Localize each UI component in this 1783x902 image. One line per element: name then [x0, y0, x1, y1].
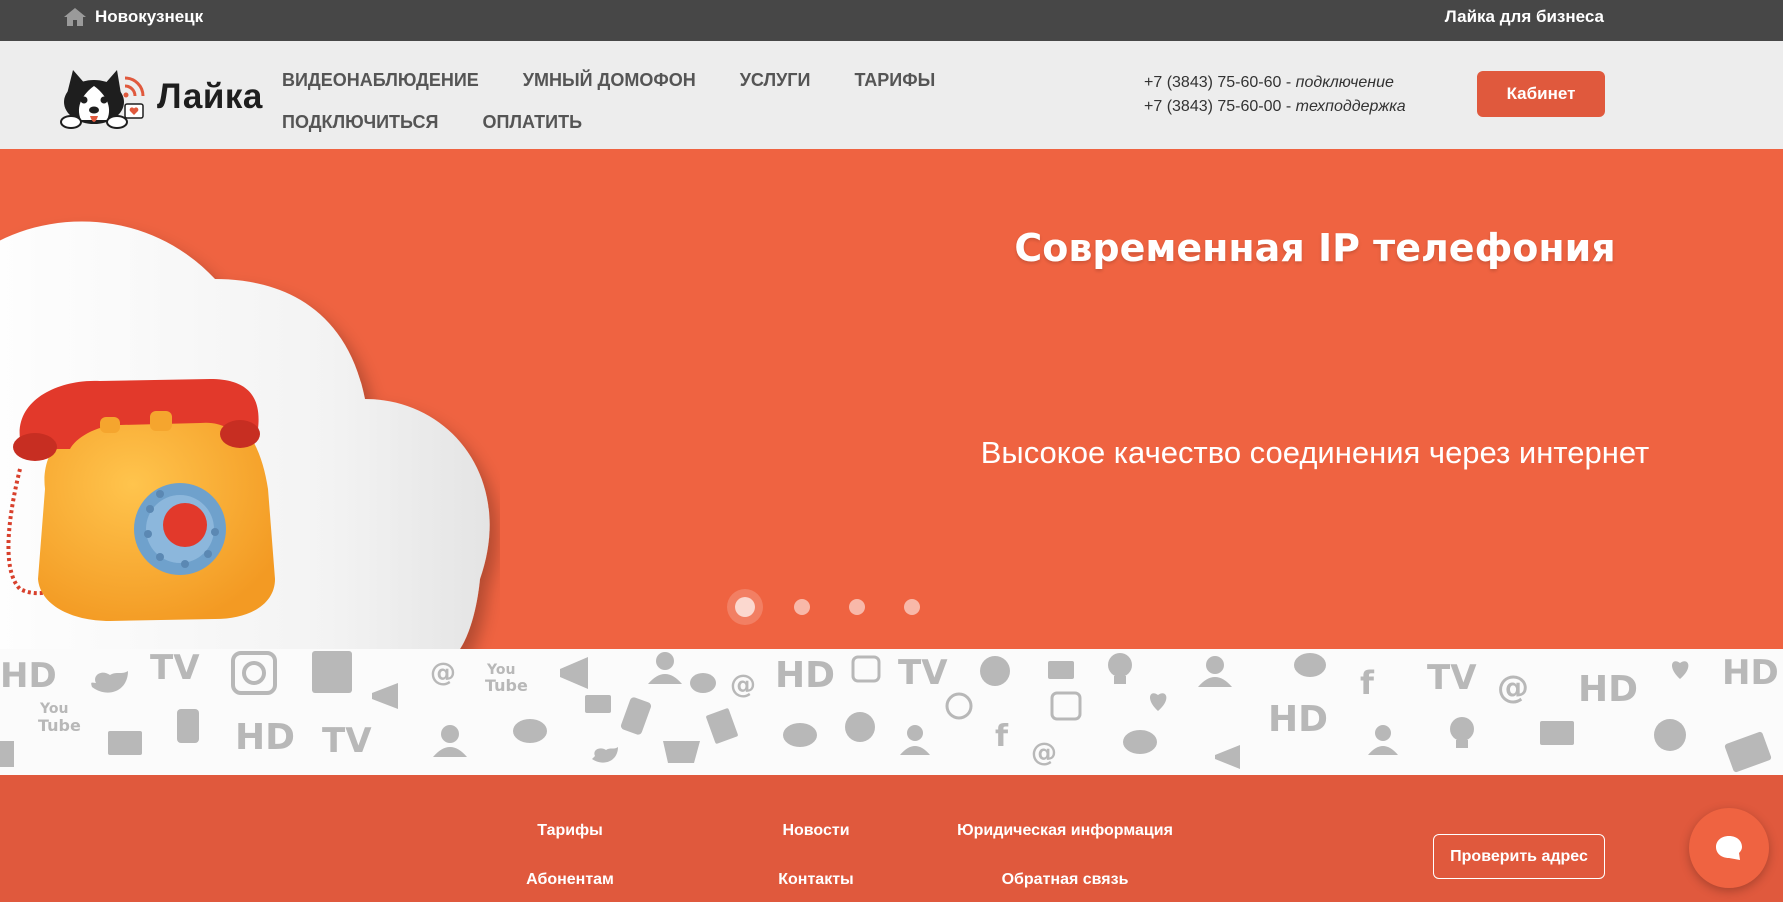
- svg-text:@: @: [430, 658, 456, 688]
- svg-text:TV: TV: [898, 653, 948, 693]
- hero-subtitle: Высокое качество соединения через интерн…: [980, 435, 1650, 470]
- footer-link-legal[interactable]: Юридическая информация: [955, 822, 1175, 840]
- chat-bubble-icon: [1716, 836, 1742, 860]
- svg-text:@: @: [730, 670, 756, 700]
- footer-link-news[interactable]: Новости: [766, 822, 866, 840]
- svg-text:@: @: [1031, 738, 1057, 768]
- slider-dot-2[interactable]: [794, 599, 810, 615]
- slider-dots: [735, 597, 959, 617]
- svg-text:TV: TV: [150, 649, 200, 688]
- slider-dot-3[interactable]: [849, 599, 865, 615]
- svg-text:@: @: [1497, 668, 1529, 706]
- nav-row-2: ПОДКЛЮЧИТЬСЯ ОПЛАТИТЬ: [282, 101, 962, 143]
- footer-link-contacts[interactable]: Контакты: [766, 871, 866, 889]
- chat-widget-button[interactable]: [1689, 808, 1769, 888]
- phone-support-number: +7 (3843) 75-60-00 -: [1144, 98, 1296, 115]
- business-link[interactable]: Лайка для бизнеса: [1445, 7, 1604, 27]
- svg-text:HD: HD: [1268, 699, 1328, 740]
- cloud-phone-illustration: [0, 221, 490, 649]
- svg-text:TV: TV: [322, 721, 372, 761]
- footer-link-feedback[interactable]: Обратная связь: [965, 871, 1165, 889]
- footer: Тарифы Новости Юридическая информация Аб…: [0, 775, 1783, 902]
- logo[interactable]: Лайка: [53, 61, 263, 133]
- slider-dot-4[interactable]: [904, 599, 920, 615]
- header: Лайка ВИДЕОНАБЛЮДЕНИЕ УМНЫЙ ДОМОФОН УСЛУ…: [0, 41, 1783, 149]
- nav-item-connect[interactable]: ПОДКЛЮЧИТЬСЯ: [282, 112, 438, 133]
- svg-text:f: f: [995, 719, 1009, 754]
- nav-row-1: ВИДЕОНАБЛЮДЕНИЕ УМНЫЙ ДОМОФОН УСЛУГИ ТАР…: [282, 59, 962, 101]
- svg-text:HD: HD: [775, 655, 835, 696]
- media-icons-band: HD TV HD TV HD TV HD TV HD HD @ @ @ @ f …: [0, 649, 1783, 775]
- nav-item-services[interactable]: УСЛУГИ: [740, 70, 811, 91]
- footer-link-tariffs[interactable]: Тарифы: [520, 822, 620, 840]
- svg-text:You: You: [39, 701, 68, 717]
- svg-text:f: f: [1360, 664, 1375, 702]
- city-selector[interactable]: Новокузнецк: [63, 6, 203, 28]
- home-icon: [64, 8, 86, 26]
- svg-text:HD: HD: [1722, 653, 1779, 693]
- slider-dot-1[interactable]: [735, 597, 755, 617]
- logo-text: Лайка: [157, 77, 263, 116]
- svg-text:TV: TV: [1427, 658, 1477, 698]
- hero-title: Современная IP телефония: [1014, 226, 1616, 270]
- nav-item-video[interactable]: ВИДЕОНАБЛЮДЕНИЕ: [282, 70, 479, 91]
- phone-sales-number: +7 (3843) 75-60-60 -: [1144, 74, 1296, 91]
- city-name: Новокузнецк: [95, 7, 204, 26]
- svg-text:Tube: Tube: [38, 716, 81, 735]
- check-address-button[interactable]: Проверить адрес: [1433, 834, 1605, 879]
- nav-item-intercom[interactable]: УМНЫЙ ДОМОФОН: [523, 70, 696, 91]
- hero-slider: Современная IP телефония Высокое качеств…: [0, 149, 1783, 649]
- phone-support[interactable]: +7 (3843) 75-60-00 - техподдержка: [1144, 95, 1406, 119]
- husky-logo-icon: [60, 70, 145, 129]
- cabinet-button[interactable]: Кабинет: [1477, 71, 1605, 117]
- media-icons-pattern: HD TV HD TV HD TV HD TV HD HD @ @ @ @ f …: [0, 649, 1779, 773]
- svg-text:HD: HD: [1578, 669, 1638, 710]
- svg-text:HD: HD: [0, 656, 57, 696]
- nav-item-pay[interactable]: ОПЛАТИТЬ: [482, 112, 582, 133]
- svg-text:Tube: Tube: [485, 676, 528, 695]
- phone-sales[interactable]: +7 (3843) 75-60-60 - подключение: [1144, 71, 1406, 95]
- footer-link-subscribers[interactable]: Абонентам: [520, 871, 620, 889]
- phone-numbers: +7 (3843) 75-60-60 - подключение +7 (384…: [1144, 71, 1406, 119]
- main-nav: ВИДЕОНАБЛЮДЕНИЕ УМНЫЙ ДОМОФОН УСЛУГИ ТАР…: [282, 59, 962, 143]
- top-bar: Новокузнецк Лайка для бизнеса: [0, 0, 1783, 41]
- nav-item-tariffs[interactable]: ТАРИФЫ: [854, 70, 935, 91]
- phone-support-note: техподдержка: [1295, 98, 1406, 115]
- phone-sales-note: подключение: [1295, 74, 1394, 91]
- svg-text:HD: HD: [235, 717, 295, 758]
